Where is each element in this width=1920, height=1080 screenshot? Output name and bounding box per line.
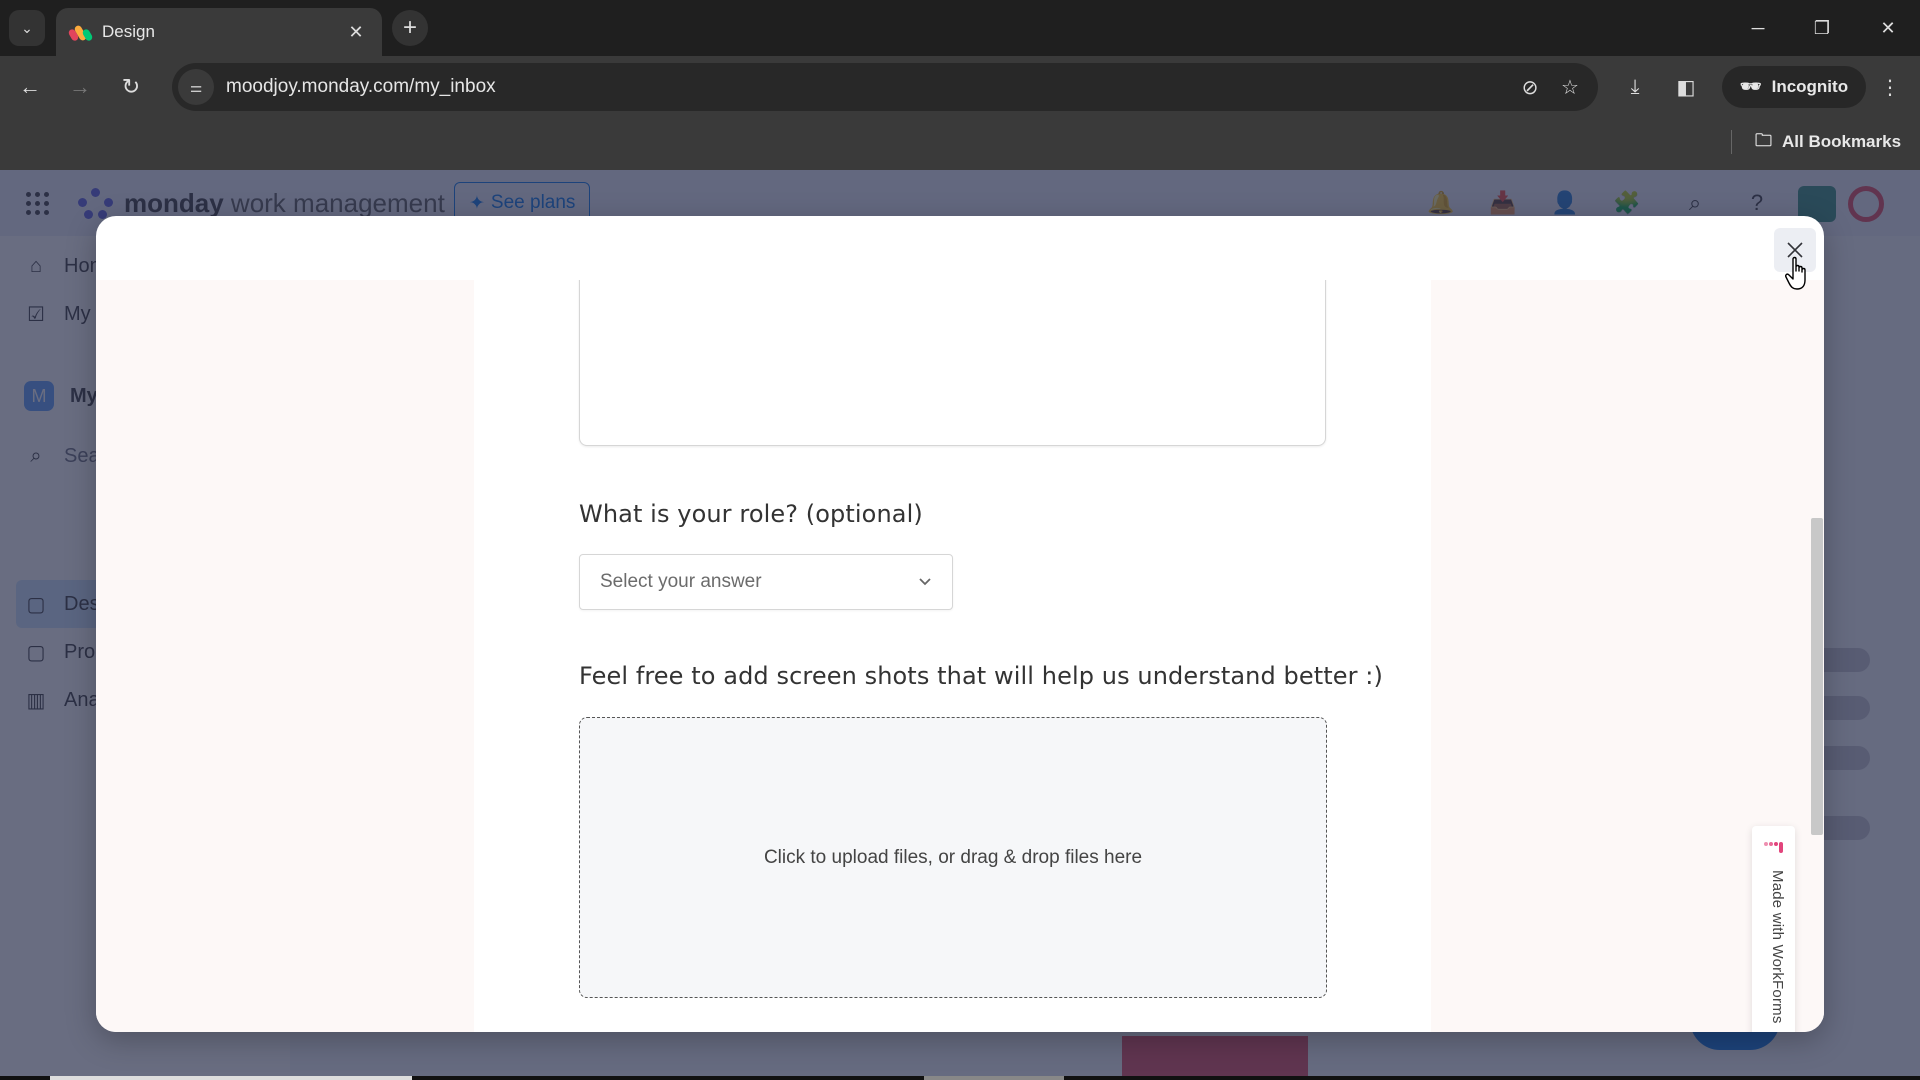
arrow-left-icon: ←	[19, 74, 41, 99]
restore-button[interactable]: ❐	[1790, 0, 1854, 56]
arrow-right-icon: →	[69, 74, 91, 99]
browser-toolbar: ← → ↻ ⚌ moodjoy.monday.com/my_inbox ⊘ ☆ …	[0, 56, 1920, 118]
folder-icon: 🗀	[1755, 130, 1772, 150]
browser-menu-button[interactable]: ⋮	[1871, 68, 1909, 106]
plus-icon: +	[402, 14, 417, 41]
role-question-label: What is your role? (optional)	[579, 500, 923, 528]
bottom-strip	[0, 1076, 1920, 1080]
dropzone-text: Click to upload files, or drag & drop fi…	[763, 846, 1143, 868]
browser-tab-bar: ⌄ Design ✕ + ─ ❐ ✕	[0, 0, 1920, 56]
monday-favicon-icon	[67, 23, 94, 42]
screenshots-question-label: Feel free to add screen shots that will …	[579, 662, 1383, 690]
address-bar[interactable]: ⚌ moodjoy.monday.com/my_inbox ⊘ ☆	[172, 63, 1598, 111]
download-icon: ⤓	[1630, 75, 1640, 98]
restore-icon: ❐	[1813, 17, 1831, 38]
tab-title: Design	[102, 22, 155, 41]
role-select[interactable]: Select your answer	[579, 554, 953, 610]
form-column: What is your role? (optional) Select you…	[474, 280, 1431, 1032]
modal-scrollbar[interactable]	[1811, 518, 1823, 835]
bookmarks-divider	[1731, 130, 1732, 154]
all-bookmarks-label: All Bookmarks	[1782, 132, 1902, 151]
incognito-icon: 🕶	[1740, 77, 1762, 96]
minimize-icon: ─	[1751, 17, 1765, 38]
chevron-down-icon: ⌄	[21, 19, 33, 36]
reload-icon: ↻	[121, 74, 141, 99]
workforms-logo-icon	[1764, 840, 1784, 854]
window-close-button[interactable]: ✕	[1856, 0, 1920, 56]
star-icon: ☆	[1561, 76, 1579, 99]
chevron-down-icon	[918, 574, 932, 590]
site-info-button[interactable]: ⚌	[178, 69, 214, 105]
browser-tab-design[interactable]: Design ✕	[56, 8, 382, 56]
tab-search-button[interactable]: ⌄	[9, 10, 45, 46]
downloads-button[interactable]: ⤓	[1616, 68, 1654, 106]
eye-off-icon: ⊘	[1521, 76, 1539, 99]
feedback-form-modal: What is your role? (optional) Select you…	[96, 216, 1824, 1032]
tracking-protection-button[interactable]: ⊘	[1510, 67, 1550, 107]
bookmarks-bar: 🗀 All Bookmarks	[0, 118, 1920, 170]
form-side-panel-left	[96, 280, 474, 1032]
forward-button[interactable]: →	[61, 68, 99, 106]
form-scroll-area[interactable]: What is your role? (optional) Select you…	[96, 280, 1824, 1032]
incognito-indicator[interactable]: 🕶 Incognito	[1722, 66, 1867, 108]
side-panel-icon: ◧	[1676, 76, 1696, 99]
feedback-textarea[interactable]	[579, 280, 1326, 446]
role-select-placeholder: Select your answer	[600, 571, 762, 592]
tab-close-icon[interactable]: ✕	[344, 22, 368, 43]
kebab-menu-icon: ⋮	[1880, 76, 1900, 99]
made-with-workforms-badge[interactable]: Made with WorkForms	[1752, 826, 1795, 1032]
reload-button[interactable]: ↻	[112, 68, 150, 106]
close-icon: ✕	[1880, 17, 1896, 38]
bookmark-star-button[interactable]: ☆	[1550, 67, 1590, 107]
new-tab-button[interactable]: +	[392, 10, 428, 46]
side-panel-button[interactable]: ◧	[1667, 68, 1705, 106]
tune-icon: ⚌	[189, 78, 203, 95]
incognito-label: Incognito	[1771, 77, 1849, 96]
back-button[interactable]: ←	[11, 68, 49, 106]
all-bookmarks-button[interactable]: 🗀 All Bookmarks	[1755, 126, 1901, 158]
file-upload-dropzone[interactable]: Click to upload files, or drag & drop fi…	[579, 717, 1327, 998]
minimize-button[interactable]: ─	[1726, 0, 1790, 56]
url-text[interactable]: moodjoy.monday.com/my_inbox	[226, 76, 1510, 98]
hand-pointer-cursor-icon	[1785, 256, 1806, 290]
workforms-badge-label: Made with WorkForms	[1769, 870, 1786, 1024]
